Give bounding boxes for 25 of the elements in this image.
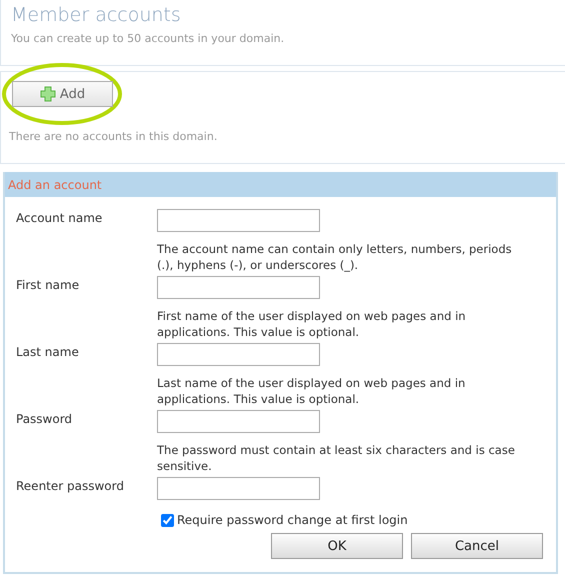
- checkbox[interactable]: [161, 514, 174, 526]
- field-label: Last name: [16, 344, 80, 361]
- page-title: Member accounts: [11, 3, 182, 28]
- field-hint: Last name of the user displayed on web pages and in applications. This value is optional.: [157, 375, 466, 407]
- input-field[interactable]: [157, 209, 320, 232]
- checkbox-text: Require password change at first login: [177, 513, 408, 527]
- checkbox-label[interactable]: Require password change at first login: [161, 513, 556, 527]
- field-hint: The account name can contain only letters, numbers, periods (.), hyphens (-), or underscores (_).: [157, 241, 513, 273]
- field-label: Account name: [16, 210, 104, 227]
- field-label: Password: [16, 411, 74, 428]
- input-field[interactable]: [157, 343, 320, 366]
- field-hint: The password must contain at least six characters and is case sensitive.: [157, 442, 516, 474]
- field-label: First name: [16, 277, 80, 294]
- add-button[interactable]: Add: [12, 81, 113, 107]
- field-label: Reenter password: [16, 478, 125, 495]
- input-field[interactable]: [157, 410, 320, 433]
- page-subtitle: You can create up to 50 accounts in your domain.: [11, 32, 286, 45]
- dialog-button[interactable]: Cancel: [411, 533, 543, 559]
- input-field[interactable]: [157, 276, 320, 299]
- field-hint: First name of the user displayed on web pages and in applications. This value is optional.: [157, 308, 467, 340]
- empty-message: There are no accounts in this domain.: [9, 130, 218, 143]
- dialog-title: Add an account: [5, 172, 556, 197]
- plus-icon: [40, 86, 56, 102]
- dialog-button[interactable]: OK: [271, 533, 403, 559]
- input-field[interactable]: [157, 477, 320, 500]
